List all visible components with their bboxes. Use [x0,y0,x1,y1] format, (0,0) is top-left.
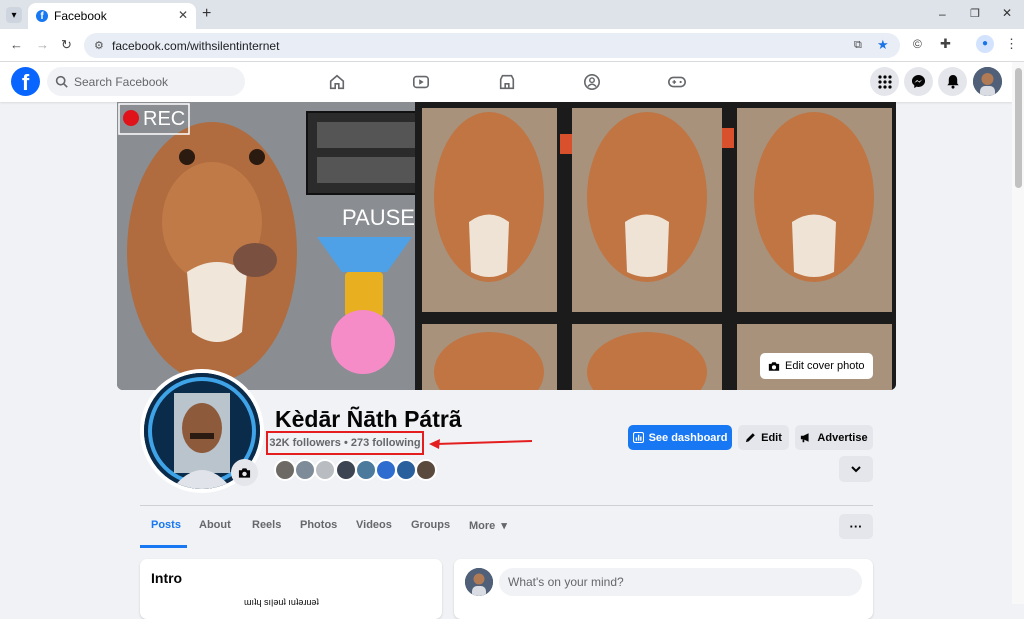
friend-avatar[interactable] [355,459,377,481]
tabs-divider [140,505,873,506]
pencil-icon [746,433,755,443]
intro-title: Intro [151,570,183,586]
pause-label: PAUSE [342,205,415,230]
site-info-icon[interactable]: ⚙ [94,39,104,52]
friend-avatar[interactable] [335,459,357,481]
messenger-button[interactable] [904,67,933,96]
home-icon[interactable] [326,71,348,93]
tab-close-icon[interactable]: ✕ [178,8,188,22]
marketplace-icon[interactable] [496,71,518,93]
tab-about[interactable]: About [199,519,231,531]
profile-icon[interactable]: ● [976,35,994,53]
browser-tab-facebook[interactable]: f Facebook ✕ [28,3,196,29]
annotation-arrow [429,439,533,449]
cover-image: REC PAUSE [117,102,896,390]
extensions-puzzle-icon[interactable]: ✚ [940,37,951,50]
close-window-button[interactable]: ✕ [1002,6,1012,20]
forward-icon[interactable]: → [36,38,49,51]
address-bar[interactable]: ⚙ facebook.com/withsilentinternet ⧉ ★ [84,33,900,58]
scrollbar-thumb[interactable] [1015,68,1022,188]
advertise-button[interactable]: Advertise [795,425,873,450]
change-profile-photo-button[interactable] [231,459,258,486]
facebook-logo[interactable]: f [11,67,40,96]
url-text: facebook.com/withsilentinternet [112,38,280,53]
facebook-favicon: f [36,10,48,22]
camera-icon [768,361,780,371]
tab-groups[interactable]: Groups [411,519,450,531]
groups-icon[interactable] [581,71,603,93]
search-input[interactable]: Search Facebook [47,67,245,96]
browser-toolbar: ← → ↻ ⚙ facebook.com/withsilentinternet … [0,29,1024,62]
search-placeholder: Search Facebook [74,74,169,89]
camera-icon [238,467,251,478]
tab-title: Facebook [54,9,107,23]
browser-tab-bar: ▾ f Facebook ✕ + – ❐ ✕ [0,0,1024,29]
edit-label: Edit [761,431,782,444]
see-dashboard-button[interactable]: See dashboard [628,425,732,450]
chevron-down-icon [851,465,861,472]
edit-cover-photo-button[interactable]: Edit cover photo [760,353,873,379]
whats-on-your-mind-input[interactable]: What's on your mind? [499,568,862,596]
composer-avatar[interactable] [465,568,493,596]
maximize-button[interactable]: ❐ [970,7,980,20]
edit-cover-label: Edit cover photo [785,360,865,372]
gaming-icon[interactable] [666,71,688,93]
megaphone-icon [801,433,809,443]
tab-posts[interactable]: Posts [151,519,181,531]
profile-name: Kèdār Ñāth Pátrã [275,406,462,432]
install-app-icon[interactable]: ⧉ [854,39,862,52]
cover-photo: REC PAUSE [117,102,896,390]
tab-search-button[interactable]: ▾ [6,7,22,23]
video-icon[interactable] [410,71,432,93]
bookmark-star-icon[interactable]: ★ [877,37,889,53]
search-icon [55,75,68,88]
edit-profile-button[interactable]: Edit [738,425,789,450]
intro-bio: ɯıʇɥ sıןǝuʇ ıuʇǝɹuǝʇ [244,597,319,607]
menu-grid-button[interactable] [870,67,899,96]
friend-avatar[interactable] [375,459,397,481]
tab-more-label: More [469,520,496,532]
messenger-icon [911,74,926,89]
tab-reels[interactable]: Reels [252,519,281,531]
bell-icon [946,74,959,89]
follower-stats[interactable]: 32K followers • 273 following [266,431,424,455]
tab-photos[interactable]: Photos [300,519,337,531]
new-tab-button[interactable]: + [202,5,211,23]
friend-avatar[interactable] [314,459,336,481]
notifications-button[interactable] [938,67,967,96]
grid-icon [877,74,892,89]
profile-overflow-button[interactable]: ··· [839,514,873,539]
intro-card: Intro ɯıʇɥ sıןǝuʇ ıuʇǝɹuǝʇ [140,559,442,619]
see-dashboard-label: See dashboard [648,431,728,444]
friend-avatar[interactable] [294,459,316,481]
friend-avatar[interactable] [395,459,417,481]
tab-videos[interactable]: Videos [356,519,392,531]
tab-more[interactable]: More ▾ [469,519,507,532]
friend-avatar[interactable] [415,459,437,481]
advertise-label: Advertise [817,431,868,444]
facebook-header: f Search Facebook [0,62,1012,102]
browser-menu-icon[interactable]: ⋮ [1005,37,1018,50]
friend-avatar[interactable] [274,459,296,481]
back-icon[interactable]: ← [10,38,23,51]
caret-down-icon: ▾ [501,520,507,532]
more-options-button[interactable] [839,456,873,482]
extension-c-icon[interactable]: © [913,38,922,50]
post-composer: What's on your mind? [454,559,873,619]
account-avatar[interactable] [973,67,1002,96]
reload-icon[interactable]: ↻ [61,38,72,51]
minimize-button[interactable]: – [939,7,946,21]
active-tab-indicator [140,545,187,548]
rec-label: REC [143,108,185,130]
dashboard-icon [632,432,644,443]
